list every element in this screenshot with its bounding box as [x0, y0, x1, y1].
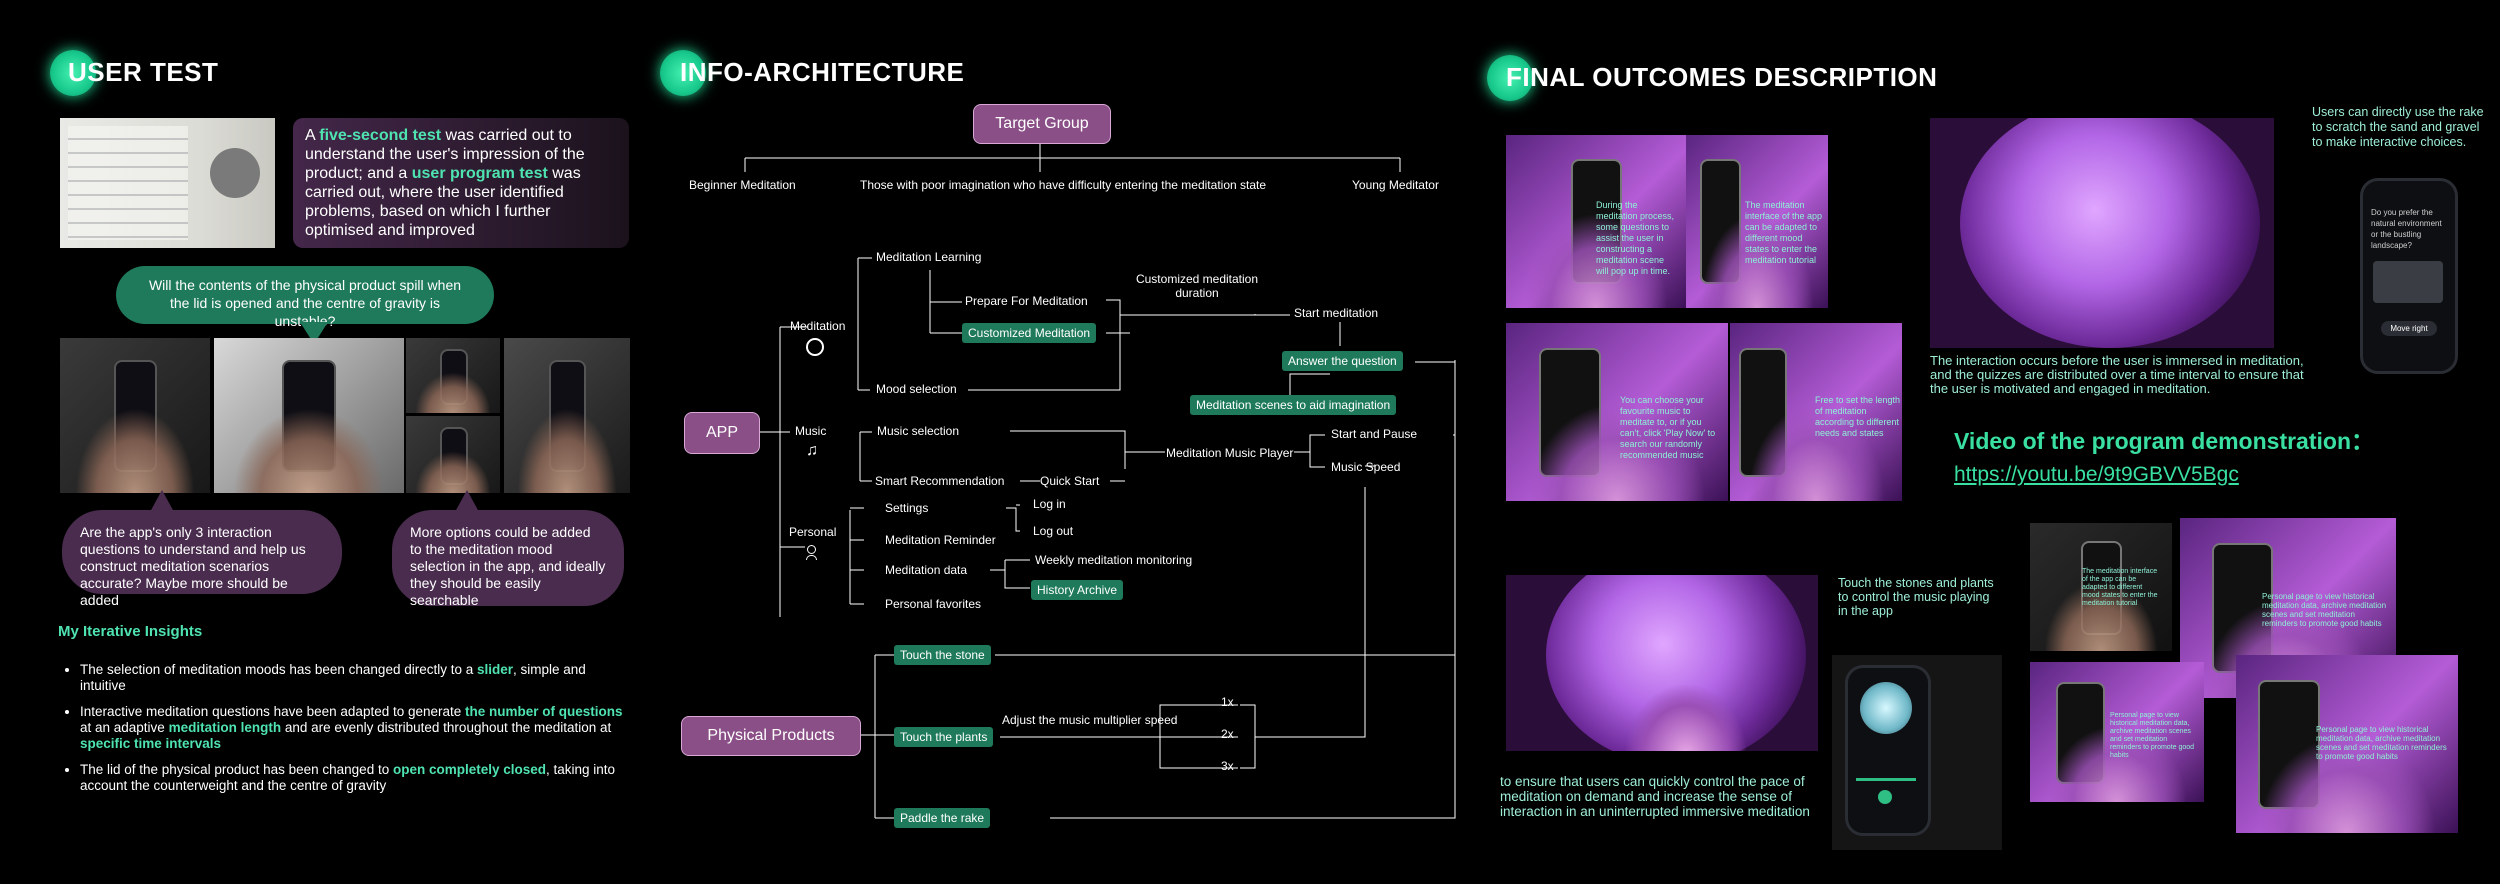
- interaction-description: The interaction occurs before the user i…: [1930, 353, 2304, 396]
- pace-description: to ensure that users can quickly control…: [1500, 774, 1810, 819]
- node-personal: Personal: [789, 525, 837, 539]
- node-med-data: Meditation data: [885, 563, 968, 577]
- node-smart-rec: Smart Recommendation: [875, 474, 1005, 488]
- rake-caption: Users can directly use the rake to scrat…: [2312, 105, 2484, 149]
- demo-caption-8: Personal page to view historical meditat…: [2316, 725, 2447, 761]
- demo-caption-6: Personal page to view historical meditat…: [2262, 592, 2387, 628]
- node-prepare: Prepare For Meditation: [965, 294, 1088, 308]
- person-icon: [806, 545, 818, 561]
- app-box: APP: [684, 412, 760, 454]
- demo-caption-3: You can choose your favourite music to m…: [1620, 395, 1716, 460]
- tg-poor-imagination: Those with poor imagination who have dif…: [860, 178, 1267, 192]
- node-log-out: Log out: [1033, 524, 1074, 538]
- node-touch-plants: Touch the plants: [894, 727, 994, 747]
- node-settings: Settings: [885, 501, 929, 515]
- node-answer-question: Answer the question: [1282, 351, 1403, 371]
- node-reminder: Meditation Reminder: [885, 533, 996, 547]
- rake-photo: [1930, 118, 2274, 348]
- node-favorites: Personal favorites: [885, 597, 982, 611]
- music-icon: ♫: [806, 442, 818, 459]
- node-log-in: Log in: [1033, 497, 1066, 511]
- phone-question: Do you prefer the natural environment or…: [2371, 208, 2442, 250]
- node-2x: 2x: [1221, 727, 1234, 741]
- node-weekly: Weekly meditation monitoring: [1035, 553, 1193, 567]
- touch-caption: Touch the stones and plants to control t…: [1838, 576, 1994, 618]
- node-start-meditation: Start meditation: [1294, 306, 1379, 320]
- meditation-icon: [806, 338, 824, 356]
- tg-beginner: Beginner Meditation: [689, 178, 796, 192]
- target-group-box: Target Group: [973, 104, 1111, 144]
- video-link[interactable]: https://youtu.be/9t9GBVV5Bgc: [1954, 463, 2239, 487]
- node-paddle: Paddle the rake: [894, 808, 991, 828]
- node-adjust-speed: Adjust the music multiplier speed: [1002, 713, 1178, 727]
- node-music: Music: [795, 424, 827, 438]
- tg-young: Young Meditator: [1352, 178, 1439, 192]
- demo-caption-2: The meditation interface of the app can …: [1745, 200, 1823, 265]
- node-custom-duration: Customized meditation duration: [1135, 272, 1259, 300]
- phone-move-button[interactable]: Move right: [2381, 321, 2437, 336]
- node-3x: 3x: [1221, 759, 1234, 773]
- node-touch-stone: Touch the stone: [894, 645, 991, 665]
- app-phone-music: [1845, 665, 1931, 836]
- node-music-player: Meditation Music Player: [1166, 446, 1294, 460]
- node-music-selection: Music selection: [877, 424, 960, 438]
- node-scenes: Meditation scenes to aid imagination: [1190, 395, 1397, 415]
- node-mood-selection: Mood selection: [876, 382, 957, 396]
- node-customized: Customized Meditation: [962, 323, 1097, 343]
- demo-caption-4: Free to set the length of meditation acc…: [1815, 395, 1901, 438]
- node-meditation: Meditation: [790, 319, 846, 333]
- demo-caption-7: Personal page to view historical meditat…: [2110, 712, 2195, 759]
- final-title: FINAL OUTCOMES DESCRIPTION: [1506, 62, 1938, 92]
- physical-products-box: Physical Products: [681, 716, 861, 756]
- node-1x: 1x: [1221, 695, 1234, 709]
- node-music-speed: Music Speed: [1331, 460, 1401, 474]
- video-title: Video of the program demonstration：: [1954, 428, 2374, 454]
- node-history: History Archive: [1031, 580, 1124, 600]
- node-start-pause: Start and Pause: [1331, 427, 1418, 441]
- app-phone-1: Do you prefer the natural environment or…: [2360, 178, 2458, 374]
- node-med-learning: Meditation Learning: [876, 250, 982, 264]
- stone-photo: [1506, 575, 1818, 751]
- demo-caption-5: The meditation interface of the app can …: [2082, 568, 2158, 607]
- demo-caption-1: During the meditation process, some ques…: [1596, 200, 1675, 276]
- node-quick-start: Quick Start: [1040, 474, 1100, 488]
